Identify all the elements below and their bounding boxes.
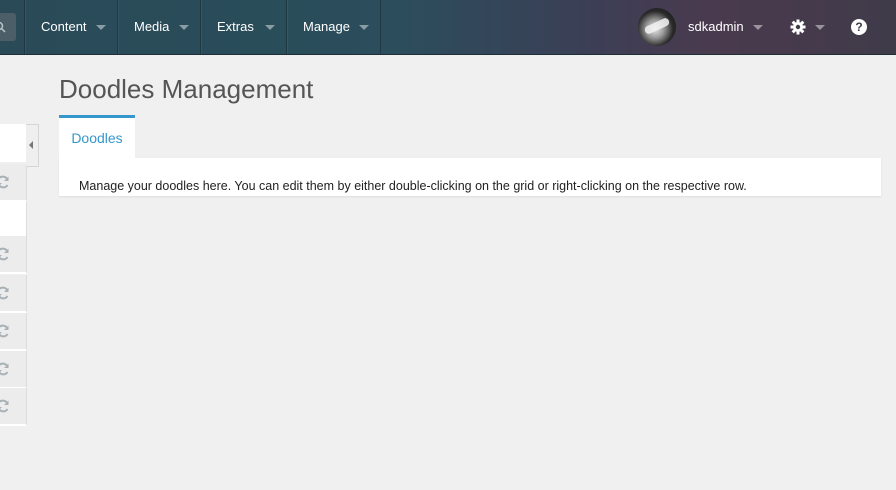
search-icon — [0, 21, 6, 33]
user-menu[interactable]: sdkadmin — [688, 0, 744, 54]
nav-manage[interactable]: Manage — [286, 0, 381, 54]
left-panel-row[interactable] — [0, 236, 27, 274]
caret-down-icon — [265, 25, 275, 30]
search-button[interactable] — [0, 13, 16, 41]
nav-content[interactable]: Content — [24, 0, 118, 54]
nav-media[interactable]: Media — [117, 0, 201, 54]
page-description: Manage your doodles here. You can edit t… — [79, 179, 747, 193]
caret-down-icon — [179, 25, 189, 30]
panel-collapse-handle[interactable] — [26, 124, 39, 167]
nav-media-label: Media — [134, 19, 170, 34]
nav-manage-label: Manage — [303, 19, 350, 34]
nav-extras-label: Extras — [217, 19, 254, 34]
caret-down-icon — [96, 25, 106, 30]
refresh-icon[interactable] — [0, 175, 10, 189]
top-navigation-bar: Content Media Extras Manage sdkadmin ? — [0, 0, 896, 55]
left-panel-row[interactable] — [0, 351, 27, 389]
left-panel-row[interactable] — [0, 275, 27, 313]
refresh-icon[interactable] — [0, 399, 10, 413]
page-title: Doodles Management — [59, 74, 314, 104]
left-panel-section — [0, 202, 27, 236]
help-icon[interactable]: ? — [851, 19, 867, 35]
refresh-icon[interactable] — [0, 324, 10, 338]
refresh-icon[interactable] — [0, 362, 10, 376]
left-panel-row[interactable] — [0, 388, 27, 426]
caret-down-icon[interactable] — [753, 25, 763, 30]
left-panel-row[interactable] — [0, 313, 27, 351]
left-panel-header — [0, 124, 27, 162]
caret-down-icon[interactable] — [815, 25, 825, 30]
avatar[interactable] — [638, 8, 676, 46]
tab-panel: Manage your doodles here. You can edit t… — [59, 158, 881, 196]
nav-content-label: Content — [41, 19, 87, 34]
nav-extras[interactable]: Extras — [200, 0, 287, 54]
refresh-icon[interactable] — [0, 286, 10, 300]
caret-down-icon — [359, 25, 369, 30]
left-panel-row[interactable] — [0, 164, 27, 202]
tab-doodles[interactable]: Doodles — [59, 115, 135, 158]
refresh-icon[interactable] — [0, 247, 10, 261]
gear-icon[interactable] — [790, 19, 806, 35]
